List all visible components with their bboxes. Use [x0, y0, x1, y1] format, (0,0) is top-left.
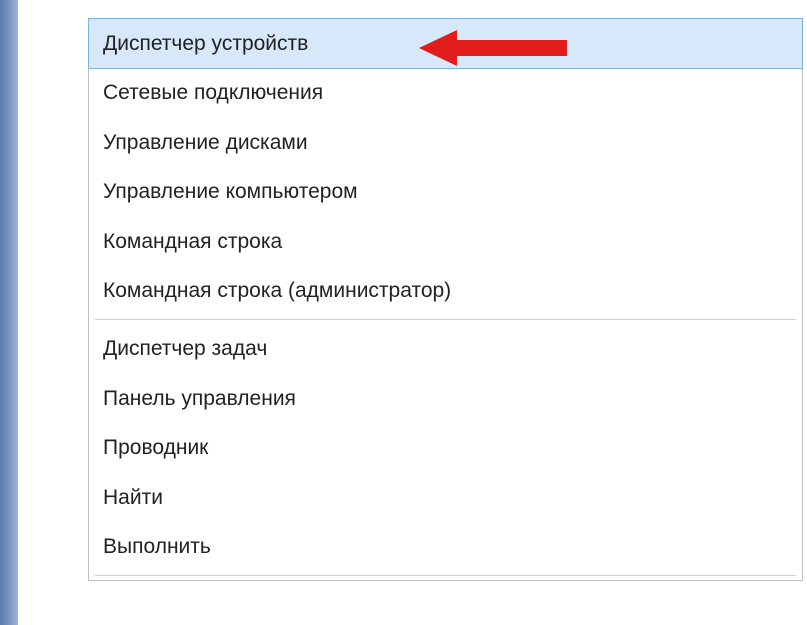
menu-item-command-prompt[interactable]: Командная строка	[89, 217, 802, 266]
menu-item-explorer[interactable]: Проводник	[89, 423, 802, 472]
left-accent-strip	[0, 0, 18, 625]
menu-item-run[interactable]: Выполнить	[89, 522, 802, 571]
menu-item-network-connections[interactable]: Сетевые подключения	[89, 68, 802, 117]
context-menu: Диспетчер устройств Сетевые подключения …	[88, 18, 803, 581]
menu-item-command-prompt-admin[interactable]: Командная строка (администратор)	[89, 266, 802, 315]
menu-item-control-panel[interactable]: Панель управления	[89, 374, 802, 423]
menu-separator	[95, 319, 796, 320]
menu-item-device-manager[interactable]: Диспетчер устройств	[88, 18, 803, 69]
menu-item-find[interactable]: Найти	[89, 473, 802, 522]
menu-item-task-manager[interactable]: Диспетчер задач	[89, 324, 802, 373]
menu-separator	[95, 575, 796, 576]
menu-item-computer-management[interactable]: Управление компьютером	[89, 167, 802, 216]
menu-item-disk-management[interactable]: Управление дисками	[89, 118, 802, 167]
